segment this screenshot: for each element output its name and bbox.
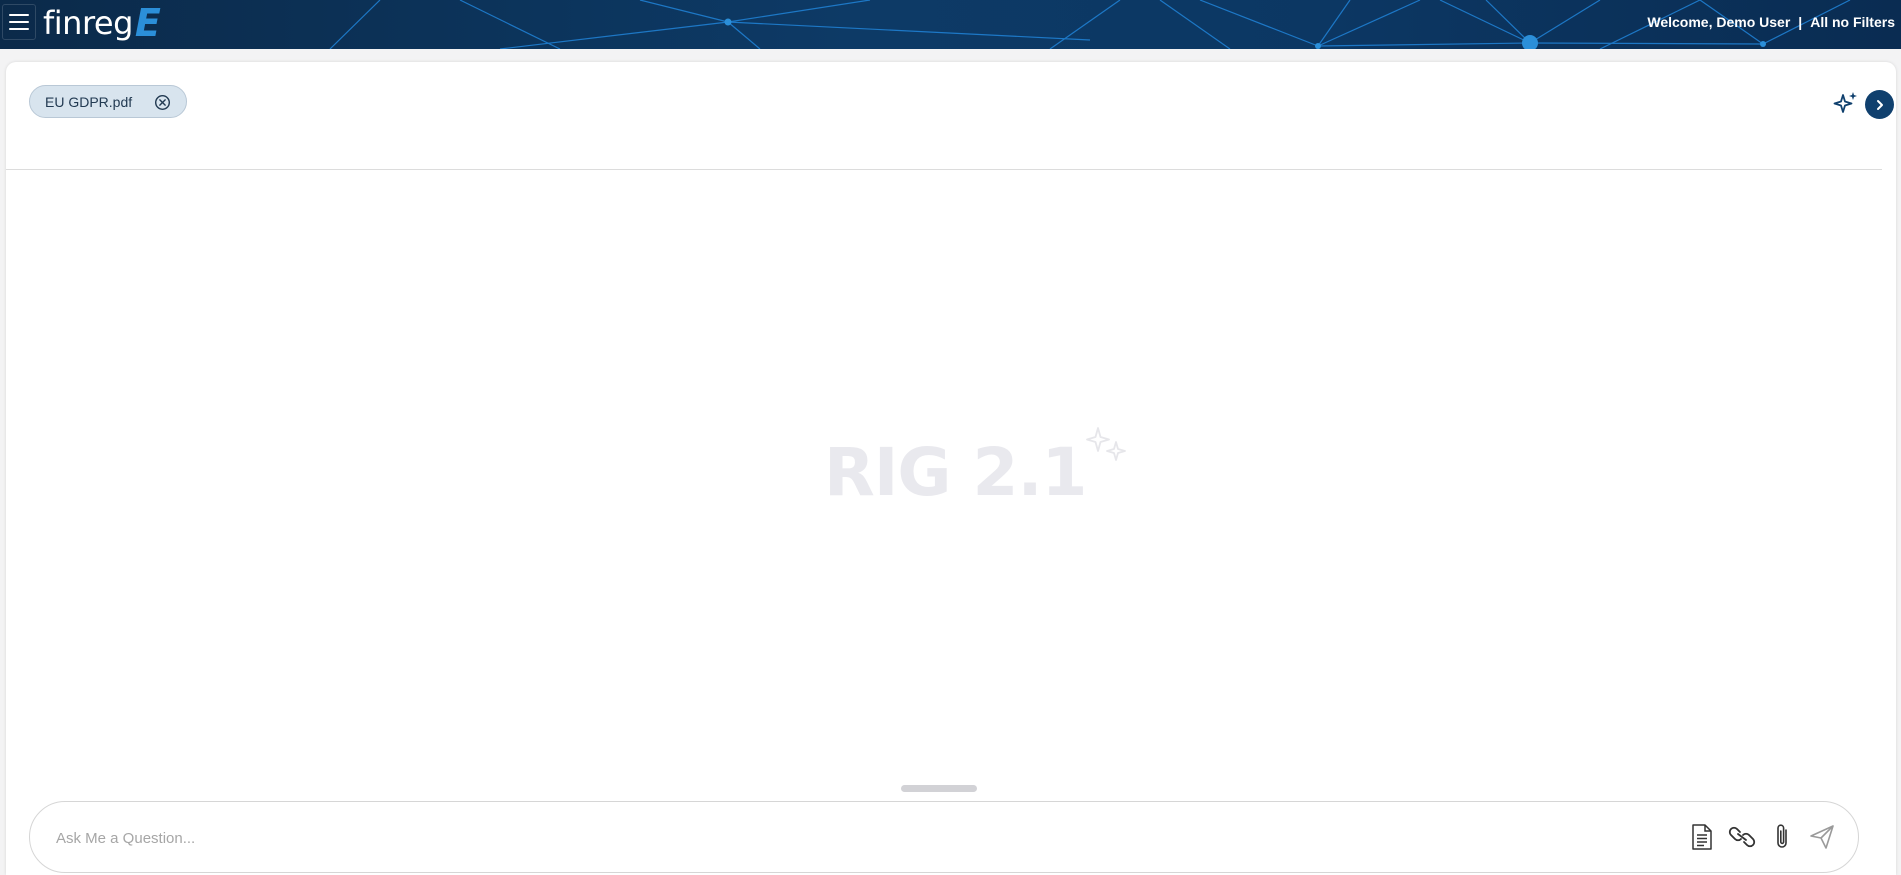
user-welcome: Welcome, Demo User | All no Filters <box>1647 14 1895 30</box>
close-circle-icon[interactable] <box>154 94 171 111</box>
attachment-chip[interactable]: EU GDPR.pdf <box>29 85 187 118</box>
collapse-panel-button[interactable] <box>1865 90 1894 119</box>
link-button[interactable] <box>1728 822 1756 852</box>
document-button[interactable] <box>1688 822 1716 852</box>
brand-watermark: RIG 2.1 <box>824 427 1132 511</box>
hamburger-icon <box>9 14 29 16</box>
attach-button[interactable] <box>1768 822 1796 852</box>
network-background <box>329 0 1851 49</box>
input-actions <box>1688 822 1836 852</box>
top-bar: finreg E Welcome, Demo User | All no Fil… <box>0 0 1901 49</box>
welcome-text: Welcome, Demo User <box>1647 14 1791 30</box>
send-icon <box>1810 825 1834 849</box>
chat-panel: EU GDPR.pdf RIG 2.1 <box>6 62 1896 875</box>
brand-text: RIG 2.1 <box>824 434 1087 511</box>
send-button[interactable] <box>1808 822 1836 852</box>
welcome-separator: | <box>1798 14 1803 30</box>
filter-link[interactable]: All no Filters <box>1810 14 1895 30</box>
question-input[interactable] <box>54 824 1354 852</box>
attachments-header: EU GDPR.pdf <box>6 62 1894 170</box>
attachment-name: EU GDPR.pdf <box>45 93 133 110</box>
chevron-right-icon <box>1876 99 1883 110</box>
app-logo[interactable]: finreg E <box>43 1 161 45</box>
menu-button[interactable] <box>2 4 36 40</box>
paperclip-icon <box>1777 824 1787 848</box>
sparkles-icon <box>1086 427 1127 461</box>
resize-handle[interactable] <box>901 785 977 792</box>
sparkles-icon[interactable] <box>1832 90 1860 118</box>
logo-text: finreg <box>43 4 133 42</box>
logo-accent: E <box>134 1 161 45</box>
document-icon <box>1692 824 1712 850</box>
question-bar <box>29 801 1859 873</box>
link-icon <box>1728 826 1756 848</box>
